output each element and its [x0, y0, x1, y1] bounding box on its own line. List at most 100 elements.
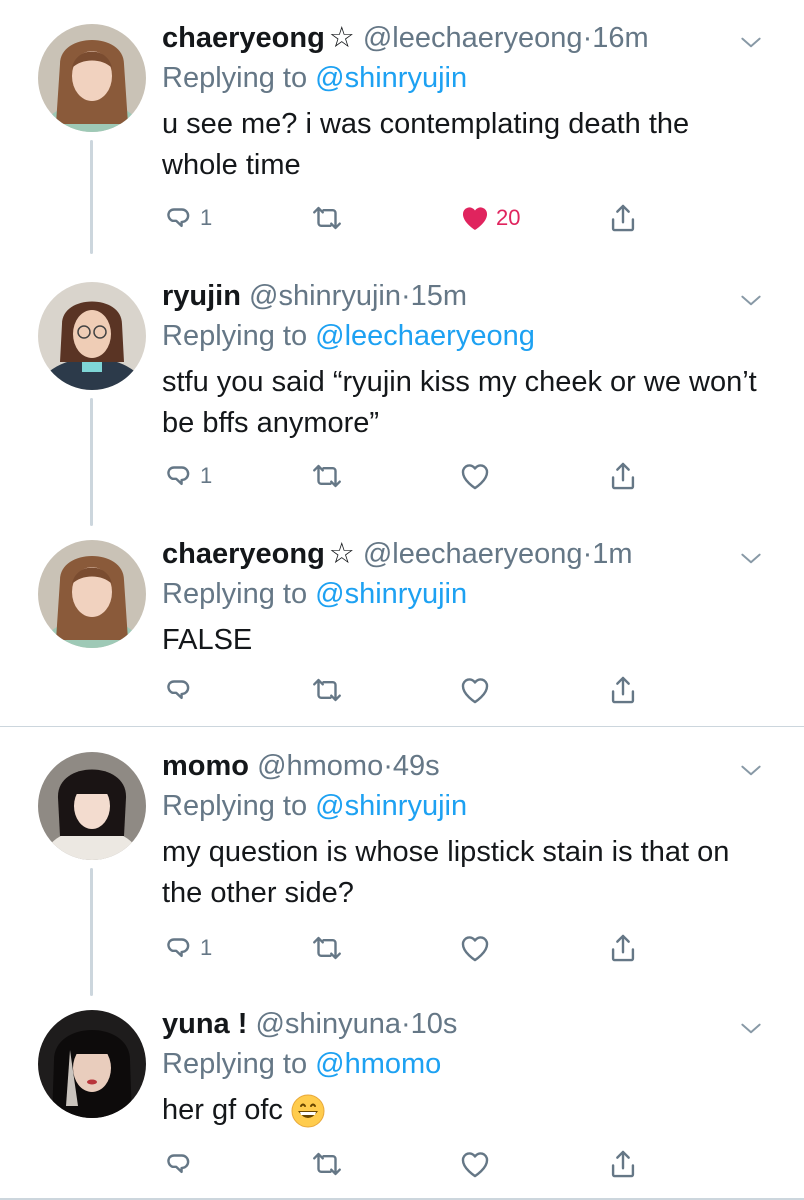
- chevron-down-icon[interactable]: [738, 30, 764, 56]
- mention-link[interactable]: @shinryujin: [315, 578, 467, 610]
- display-name[interactable]: yuna !: [162, 1008, 247, 1040]
- tweet-text: my question is whose lipstick stain is t…: [162, 836, 730, 909]
- retweet-button[interactable]: [310, 1144, 344, 1184]
- tweet-text: FALSE: [162, 624, 253, 656]
- tweet[interactable]: chaeryeong ☆ @leechaeryeong·1m Replying t…: [0, 516, 804, 726]
- tweet-text-body: her gf ofc: [162, 1094, 283, 1126]
- reply-icon: [162, 459, 196, 493]
- reply-icon: [162, 1147, 196, 1181]
- replying-to-label: Replying to: [162, 62, 316, 94]
- like-icon: [458, 201, 492, 235]
- star-icon: ☆: [328, 538, 355, 570]
- grinning-face-emoji: [291, 1094, 325, 1128]
- retweet-icon: [310, 201, 344, 235]
- retweet-icon: [310, 931, 344, 965]
- replying-to: Replying to @shinryujin: [162, 574, 764, 614]
- reply-button[interactable]: 1: [162, 198, 212, 238]
- display-name[interactable]: ryujin: [162, 280, 241, 312]
- share-button[interactable]: [606, 456, 640, 496]
- timestamp[interactable]: 1m: [592, 538, 632, 570]
- tweet-text: u see me? i was contemplating death the …: [162, 108, 690, 181]
- display-name[interactable]: chaeryeong: [162, 22, 325, 54]
- mention-link[interactable]: @shinryujin: [315, 790, 467, 822]
- retweet-button[interactable]: [310, 928, 344, 968]
- user-handle[interactable]: @leechaeryeong: [363, 538, 583, 570]
- like-button[interactable]: [458, 456, 492, 496]
- like-count: 20: [496, 205, 521, 230]
- user-handle[interactable]: @hmomo: [257, 750, 383, 782]
- reply-button[interactable]: 1: [162, 928, 212, 968]
- replying-to-label: Replying to: [162, 320, 316, 352]
- reply-count: 1: [200, 935, 213, 960]
- display-name[interactable]: chaeryeong: [162, 538, 325, 570]
- like-button[interactable]: [458, 1144, 492, 1184]
- reply-count: 1: [200, 463, 213, 488]
- display-name[interactable]: momo: [162, 750, 249, 782]
- like-icon: [458, 1147, 492, 1181]
- share-icon: [606, 201, 640, 235]
- timestamp[interactable]: 16m: [592, 22, 648, 54]
- replying-to-label: Replying to: [162, 578, 316, 610]
- retweet-icon: [310, 459, 344, 493]
- avatar[interactable]: [38, 24, 146, 132]
- reply-button[interactable]: 1: [162, 456, 212, 496]
- chevron-down-icon[interactable]: [738, 288, 764, 314]
- replying-to: Replying to @shinryujin: [162, 786, 764, 826]
- mention-link[interactable]: @hmomo: [315, 1048, 441, 1080]
- avatar[interactable]: [38, 540, 146, 648]
- separator-dot: ·: [400, 280, 411, 312]
- tweet-text: her gf ofc: [162, 1090, 764, 1131]
- user-handle[interactable]: @leechaeryeong: [363, 22, 583, 54]
- tweet[interactable]: chaeryeong ☆ @leechaeryeong·16m Replying …: [0, 0, 804, 260]
- avatar[interactable]: [38, 752, 146, 860]
- share-icon: [606, 1147, 640, 1181]
- timestamp[interactable]: 10s: [411, 1008, 458, 1040]
- like-button[interactable]: [458, 928, 492, 968]
- reply-count: 1: [200, 205, 213, 230]
- replying-to: Replying to @hmomo: [162, 1044, 764, 1084]
- tweet[interactable]: momo @hmomo·49s Replying to @shinryujin …: [0, 728, 804, 998]
- chevron-down-icon[interactable]: [738, 1016, 764, 1042]
- tweet[interactable]: ryujin @shinryujin·15m Replying to @leec…: [0, 258, 804, 528]
- mention-link[interactable]: @leechaeryeong: [315, 320, 535, 352]
- replying-to: Replying to @leechaeryeong: [162, 316, 764, 356]
- share-button[interactable]: [606, 928, 640, 968]
- share-button[interactable]: [606, 198, 640, 238]
- star-icon: ☆: [328, 22, 355, 54]
- replying-to-label: Replying to: [162, 1048, 316, 1080]
- replying-to-label: Replying to: [162, 790, 316, 822]
- avatar[interactable]: [38, 282, 146, 390]
- share-icon: [606, 459, 640, 493]
- replying-to: Replying to @shinryujin: [162, 58, 764, 98]
- avatar[interactable]: [38, 1010, 146, 1118]
- reply-icon: [162, 673, 196, 707]
- tweet-text: stfu you said “ryujin kiss my cheek or w…: [162, 366, 757, 439]
- separator-dot: ·: [582, 22, 593, 54]
- share-icon: [606, 673, 640, 707]
- retweet-icon: [310, 673, 344, 707]
- reply-button[interactable]: [162, 670, 196, 710]
- timestamp[interactable]: 49s: [393, 750, 440, 782]
- share-button[interactable]: [606, 1144, 640, 1184]
- share-button[interactable]: [606, 670, 640, 710]
- retweet-button[interactable]: [310, 670, 344, 710]
- like-icon: [458, 673, 492, 707]
- timestamp[interactable]: 15m: [411, 280, 467, 312]
- user-handle[interactable]: @shinyuna: [255, 1008, 401, 1040]
- user-handle[interactable]: @shinryujin: [249, 280, 401, 312]
- tweet[interactable]: yuna ! @shinyuna·10s Replying to @hmomo …: [0, 986, 804, 1200]
- retweet-icon: [310, 1147, 344, 1181]
- separator-dot: ·: [401, 1008, 411, 1040]
- reply-button[interactable]: [162, 1144, 196, 1184]
- like-button[interactable]: [458, 670, 492, 710]
- section-divider: [0, 726, 804, 727]
- separator-dot: ·: [383, 750, 393, 782]
- mention-link[interactable]: @shinryujin: [315, 62, 467, 94]
- chevron-down-icon[interactable]: [738, 758, 764, 784]
- reply-icon: [162, 931, 196, 965]
- retweet-button[interactable]: [310, 456, 344, 496]
- chevron-down-icon[interactable]: [738, 546, 764, 572]
- like-icon: [458, 931, 492, 965]
- retweet-button[interactable]: [310, 198, 344, 238]
- like-button[interactable]: 20: [458, 198, 520, 238]
